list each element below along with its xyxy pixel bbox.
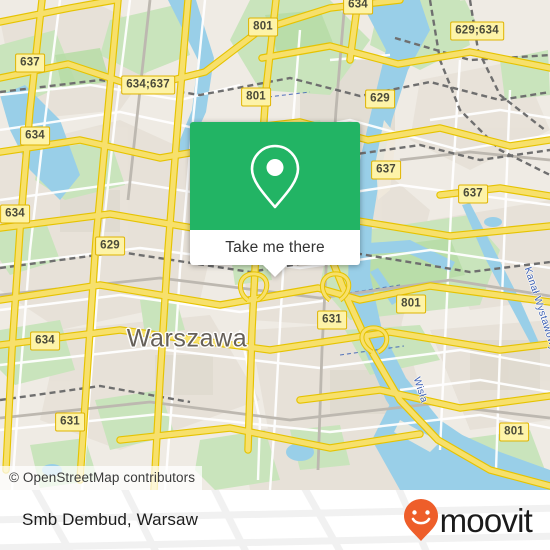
popup-cta-label: Take me there	[225, 238, 325, 256]
road-shield: 631	[317, 310, 347, 330]
road-shield: 801	[396, 294, 426, 314]
map-attribution[interactable]: © OpenStreetMap contributors	[0, 466, 203, 490]
footer-bar: Smb Dembud, Warsaw moovit	[0, 490, 550, 550]
moovit-pin-smile-icon	[403, 499, 438, 541]
road-shield: 631	[55, 412, 85, 432]
road-shield: 634	[0, 204, 30, 224]
popup-header	[190, 122, 360, 230]
road-shield: 634	[20, 126, 50, 146]
map-canvas[interactable]: 634 629;634 801 637 634;637 801 629 634 …	[0, 0, 550, 490]
road-shield: 629	[365, 89, 395, 109]
road-shield: 801	[241, 87, 271, 107]
destination-popup[interactable]: Take me there	[190, 122, 360, 277]
road-shield: 637	[458, 184, 488, 204]
popup-pointer	[263, 265, 287, 277]
road-shield: 637	[15, 53, 45, 73]
footer-place-title: Smb Dembud, Warsaw	[22, 510, 198, 529]
road-shield: 634;637	[121, 75, 175, 95]
moovit-wordmark: moovit	[439, 501, 533, 539]
road-shield: 637	[371, 160, 401, 180]
road-shield: 629;634	[450, 21, 504, 41]
road-shield: 801	[499, 422, 529, 442]
popup-cta[interactable]: Take me there	[190, 230, 360, 265]
map-pin-icon	[250, 144, 300, 209]
moovit-map-screenshot: 634 629;634 801 637 634;637 801 629 634 …	[0, 0, 550, 550]
city-label-warszawa: Warszawa	[126, 324, 248, 353]
road-shield: 634	[343, 0, 373, 15]
road-shield: 634	[30, 331, 60, 351]
road-shield: 629	[95, 236, 125, 256]
road-shield: 801	[248, 17, 278, 37]
moovit-brand[interactable]: moovit	[403, 498, 533, 542]
